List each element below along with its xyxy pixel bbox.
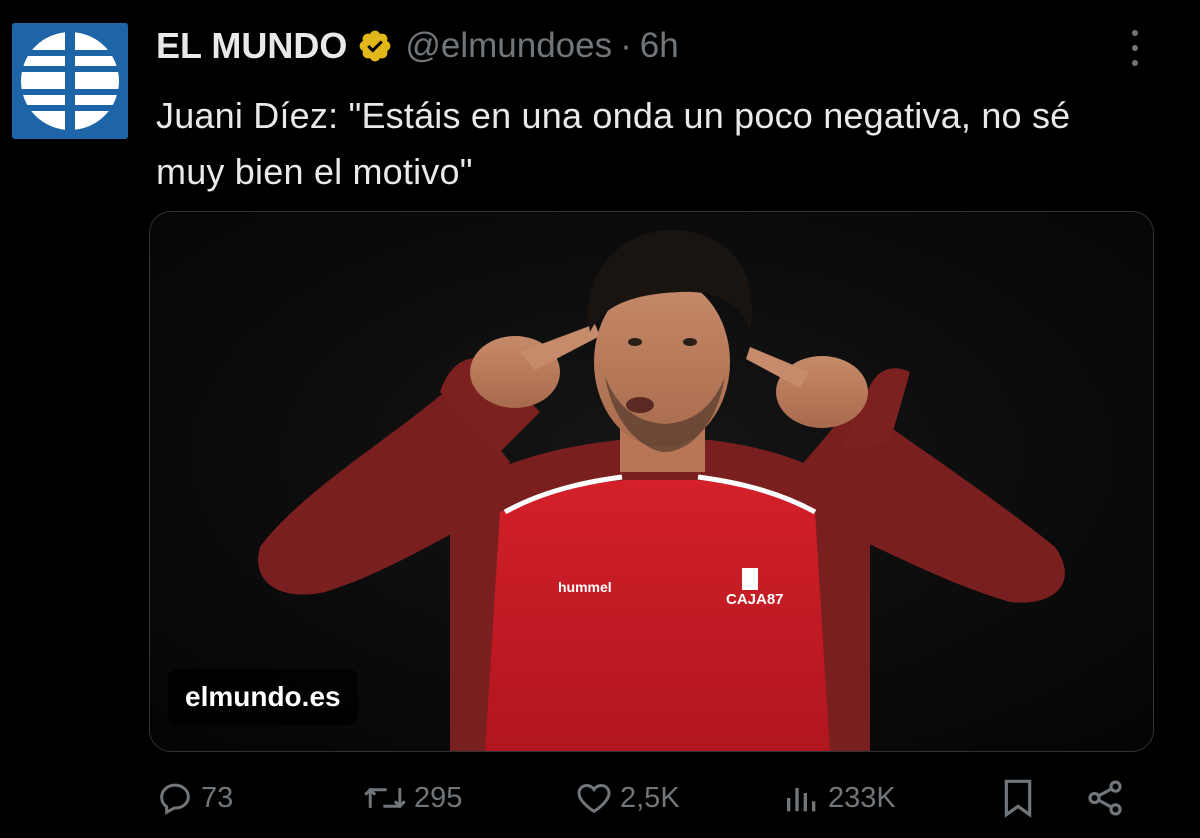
heart-icon — [577, 783, 611, 814]
views-button[interactable]: 233K — [782, 770, 896, 826]
more-options-icon[interactable] — [1122, 28, 1148, 68]
share-icon — [1088, 780, 1122, 816]
author-name[interactable]: EL MUNDO — [156, 25, 347, 67]
views-count: 233K — [828, 781, 896, 814]
el-mundo-logo — [12, 23, 128, 139]
retweet-icon — [364, 787, 406, 809]
tweet-text: Juani Díez: "Estáis en una onda un poco … — [156, 95, 1071, 192]
author-avatar[interactable] — [12, 23, 128, 139]
jersey-sponsor-text: CAJA87 — [726, 591, 784, 608]
like-count: 2,5K — [620, 781, 680, 814]
like-button[interactable]: 2,5K — [574, 770, 680, 826]
jersey-brand-text: hummel — [558, 579, 612, 595]
share-button[interactable] — [1084, 770, 1126, 826]
tweet-timestamp[interactable]: 6h — [640, 26, 679, 66]
retweet-count: 295 — [414, 781, 463, 814]
views-icon — [787, 788, 816, 812]
header-separator: · — [620, 26, 632, 65]
tweet-actions: 73 295 2,5K 233K — [0, 770, 1200, 830]
link-source-chip[interactable]: elmundo.es — [168, 669, 358, 725]
reply-icon — [160, 783, 190, 815]
bookmark-button[interactable] — [998, 770, 1038, 826]
reply-count: 73 — [201, 781, 234, 814]
verified-badge-icon[interactable] — [357, 28, 393, 64]
bookmark-icon — [1004, 779, 1032, 818]
tweet-header: EL MUNDO @elmundoes · 6h — [156, 24, 679, 68]
retweet-button[interactable]: 295 — [362, 770, 462, 826]
reply-button[interactable]: 73 — [155, 770, 233, 826]
author-handle[interactable]: @elmundoes — [405, 26, 612, 66]
